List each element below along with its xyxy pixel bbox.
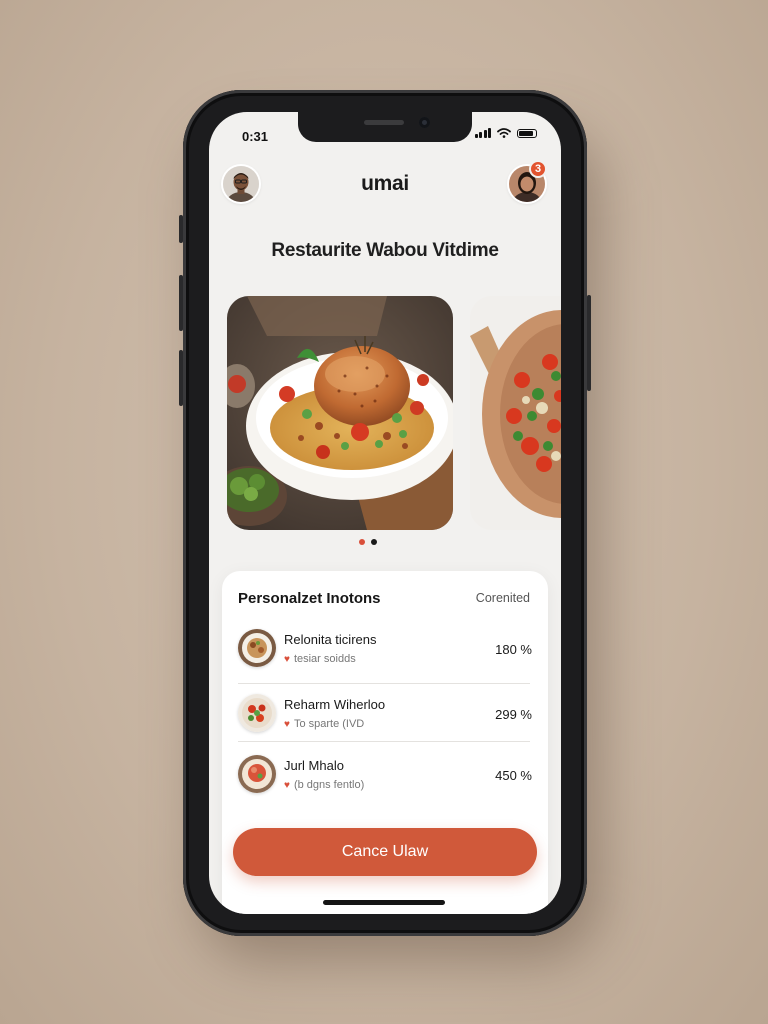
list-item[interactable]: Jurl Mhalo ♥ (b dgns fentlo) 450 % <box>238 749 532 807</box>
notification-badge: 3 <box>529 160 547 178</box>
divider <box>238 741 530 742</box>
heart-icon: ♥ <box>284 653 290 665</box>
dish-percentage: 450 % <box>495 768 532 783</box>
silent-switch <box>179 215 183 243</box>
phone-frame: 0:31 umai 3 Restaurite Wabou Vitdime Per… <box>179 90 591 936</box>
carousel-dots <box>359 539 377 545</box>
dish-percentage: 299 % <box>495 707 532 722</box>
dish-sub-text: To sparte (IVD <box>293 718 365 730</box>
screen: 0:31 umai 3 Restaurite Wabou Vitdime Per… <box>209 112 561 914</box>
featured-dish-card[interactable] <box>227 296 453 530</box>
dish-percentage: 180 % <box>495 642 532 657</box>
carousel-dot[interactable] <box>371 539 377 545</box>
dish-thumbnail <box>238 755 276 793</box>
home-indicator[interactable] <box>323 900 445 905</box>
dish-thumbnail <box>238 694 276 732</box>
heart-icon: ♥ <box>284 718 290 730</box>
page-heading: Restaurite Wabou Vitdime <box>271 240 499 261</box>
notch <box>298 112 472 142</box>
divider <box>238 683 530 684</box>
dish-sub: ♥ (b dgns fentlo) <box>284 779 364 791</box>
dish-name: Jurl Mhalo <box>284 758 344 773</box>
status-icons <box>474 128 537 138</box>
list-item[interactable]: Reharm Wiherloo ♥ To sparte (IVD 299 % <box>238 688 532 746</box>
heart-icon: ♥ <box>284 779 290 791</box>
battery-icon <box>517 128 537 138</box>
dish-sub-text: (b dgns fentlo) <box>293 779 365 791</box>
power-button <box>587 295 591 391</box>
panel-link[interactable]: Corenited <box>476 591 530 605</box>
status-time: 0:31 <box>242 129 269 144</box>
panel-title: Personalzet Inotons <box>238 590 381 607</box>
wifi-icon <box>497 128 511 138</box>
list-item[interactable]: Relonita ticirens ♥ tesiar soidds 180 % <box>238 623 532 681</box>
carousel-dot-active[interactable] <box>359 539 365 545</box>
dish-sub: ♥ tesiar soidds <box>284 653 356 665</box>
speaker <box>364 120 404 125</box>
volume-up-button <box>179 275 183 331</box>
dish-name: Reharm Wiherloo <box>284 697 386 712</box>
dish-sub-text: tesiar soidds <box>293 653 356 665</box>
dish-name: Relonita ticirens <box>284 632 377 647</box>
volume-down-button <box>179 350 183 406</box>
signal-icon <box>474 128 491 138</box>
dish-sub: ♥ To sparte (IVD <box>284 718 364 730</box>
secondary-dish-card[interactable] <box>470 296 561 530</box>
cta-button[interactable]: Cance Ulaw <box>233 828 537 876</box>
dish-thumbnail <box>238 629 276 667</box>
front-camera <box>419 117 430 128</box>
